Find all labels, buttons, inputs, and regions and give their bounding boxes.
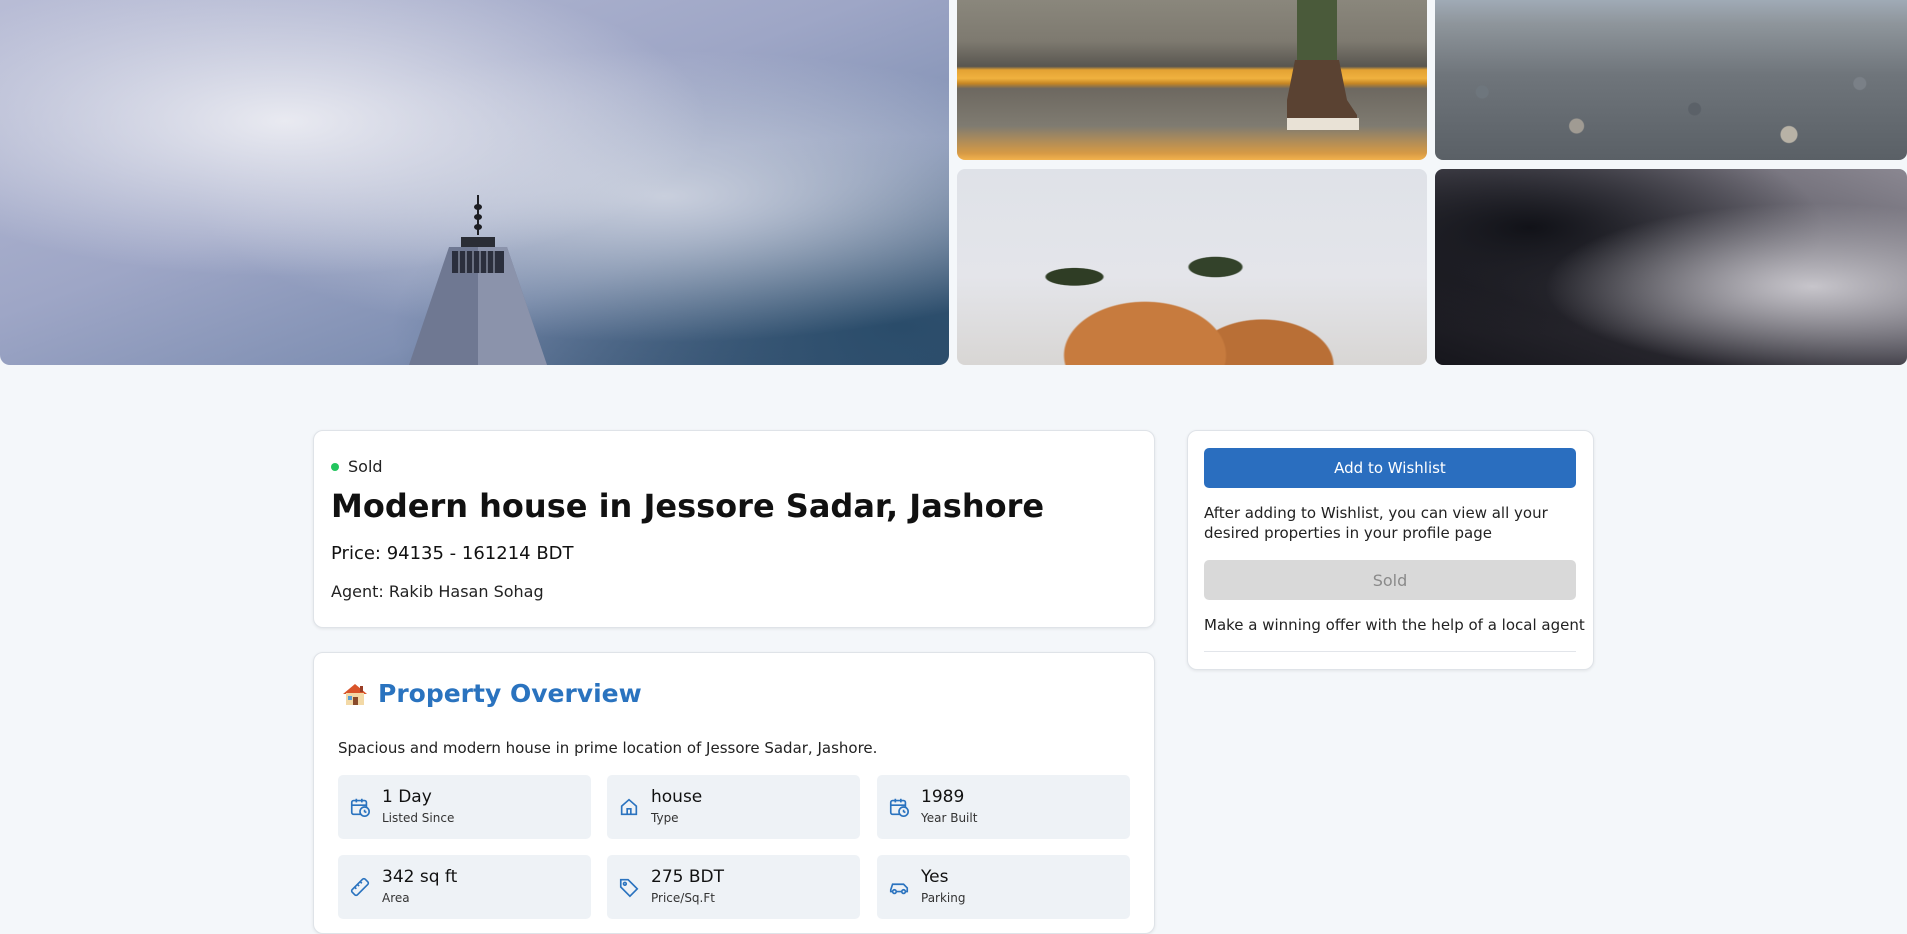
listing-title: Modern house in Jessore Sadar, Jashore [331, 487, 1045, 525]
stat-value: 342 sq ft [382, 867, 458, 887]
add-to-wishlist-button[interactable]: Add to Wishlist [1204, 448, 1576, 488]
skyscraper-image [409, 195, 547, 365]
property-overview-card: Property Overview Spacious and modern ho… [313, 652, 1155, 934]
calendar-clock-icon [350, 798, 370, 817]
main-photo-skyscraper[interactable] [0, 0, 949, 365]
tag-icon [619, 878, 639, 898]
overview-description: Spacious and modern house in prime locat… [338, 739, 878, 757]
stat-listed-since: 1 Day Listed Since [338, 775, 591, 839]
stat-label: Year Built [921, 811, 978, 825]
divider [1204, 651, 1576, 652]
overview-heading: Property Overview [378, 679, 642, 708]
stat-value: 1989 [921, 787, 965, 807]
photo-gallery [0, 0, 1907, 366]
listing-summary-card: Sold Modern house in Jessore Sadar, Jash… [313, 430, 1155, 628]
calendar-clock-icon [889, 798, 909, 817]
wishlist-note: After adding to Wishlist, you can view a… [1204, 504, 1548, 542]
stat-value: 275 BDT [651, 867, 724, 887]
stat-type: house Type [607, 775, 860, 839]
photo-foggy-trees[interactable] [957, 169, 1427, 365]
offer-note: Make a winning offer with the help of a … [1204, 616, 1585, 634]
stat-label: Area [382, 891, 410, 905]
status-indicator: Sold [331, 457, 383, 476]
stat-label: Parking [921, 891, 966, 905]
stat-value: house [651, 787, 703, 807]
boot-image [1287, 0, 1359, 130]
listing-agent: Agent: Rakib Hasan Sohag [331, 582, 544, 601]
house-icon [343, 683, 367, 705]
stat-label: Price/Sq.Ft [651, 891, 715, 905]
status-dot-icon [331, 462, 339, 471]
home-icon [620, 798, 638, 816]
listing-price: Price: 94135 - 161214 BDT [331, 543, 574, 564]
stat-value: Yes [921, 867, 949, 887]
stat-label: Listed Since [382, 811, 455, 825]
stat-label: Type [651, 811, 679, 825]
photo-raindrops[interactable] [1435, 169, 1907, 365]
stat-area: 342 sq ft Area [338, 855, 591, 919]
photo-stairs[interactable] [957, 0, 1427, 160]
status-label: Sold [348, 457, 383, 476]
stat-price-per-sqft: 275 BDT Price/Sq.Ft [607, 855, 860, 919]
ruler-icon [350, 877, 370, 897]
photo-pebbles[interactable] [1435, 0, 1907, 160]
stat-year-built: 1989 Year Built [877, 775, 1130, 839]
car-icon [889, 883, 909, 895]
action-sidebar-card: Add to Wishlist After adding to Wishlist… [1187, 430, 1594, 670]
sold-button: Sold [1204, 560, 1576, 600]
stat-parking: Yes Parking [877, 855, 1130, 919]
stat-value: 1 Day [382, 787, 432, 807]
overview-header: Property Overview [342, 679, 642, 708]
